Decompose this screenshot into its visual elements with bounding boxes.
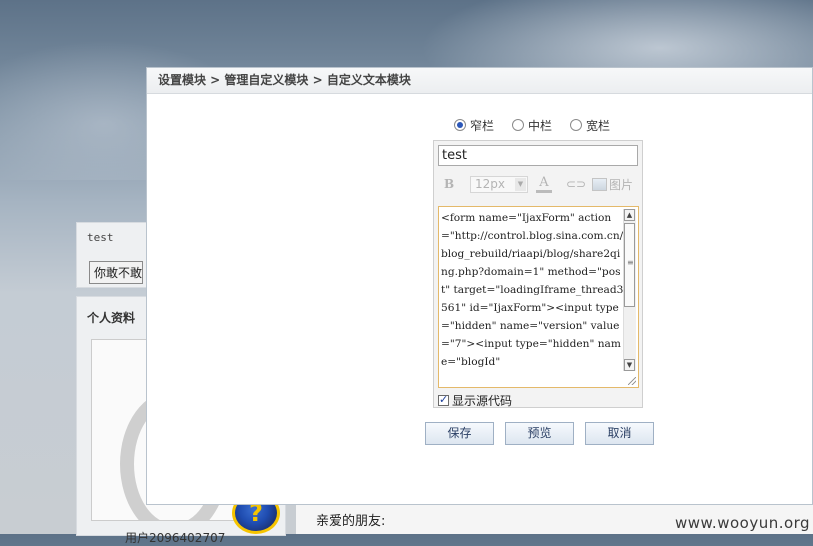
image-icon <box>592 178 607 191</box>
module-title-input[interactable] <box>438 145 638 166</box>
module-title: test <box>87 231 114 244</box>
scrollbar-thumb[interactable] <box>624 223 635 307</box>
source-code-textarea[interactable]: <form name="IjaxForm" action="http://con… <box>438 206 639 388</box>
radio-checked-icon[interactable] <box>454 119 466 131</box>
greeting-text: 亲爱的朋友: <box>316 514 386 529</box>
vertical-scrollbar[interactable]: ▲ ▼ <box>623 209 636 371</box>
scroll-up-icon[interactable]: ▲ <box>624 209 635 221</box>
radio-medium[interactable]: 中栏 <box>512 117 552 134</box>
module-editor: B 12px ▼ A ⊂⊃ 图片 <form name="IjaxForm" a… <box>433 140 643 408</box>
radio-unchecked-icon[interactable] <box>570 119 583 131</box>
radio-unchecked-icon[interactable] <box>512 119 525 131</box>
editor-toolbar: B 12px ▼ A ⊂⊃ 图片 <box>438 175 638 195</box>
radio-wide[interactable]: 宽栏 <box>570 117 610 134</box>
module-button[interactable]: 你敢不敢 <box>89 261 143 284</box>
radio-label: 中栏 <box>528 118 553 133</box>
cancel-button[interactable]: 取消 <box>585 422 654 445</box>
chevron-down-icon[interactable]: ▼ <box>515 178 526 191</box>
font-size-value: 12px <box>475 177 505 191</box>
radio-label: 宽栏 <box>586 118 611 133</box>
profile-name[interactable]: 用户2096402707 <box>125 529 225 546</box>
checkbox-checked-icon[interactable] <box>438 393 449 406</box>
bold-icon[interactable]: B <box>444 177 454 191</box>
custom-text-module-dialog: 设置模块 > 管理自定义模块 > 自定义文本模块 窄栏 中栏 宽栏 B 12px… <box>146 67 813 505</box>
radio-narrow[interactable]: 窄栏 <box>454 117 494 134</box>
radio-label: 窄栏 <box>470 118 495 133</box>
layout-width-options: 窄栏 中栏 宽栏 <box>454 116 610 134</box>
font-color-icon[interactable]: A <box>536 175 552 193</box>
preview-button[interactable]: 预览 <box>505 422 574 445</box>
profile-title: 个人资料 <box>87 311 136 325</box>
link-icon[interactable]: ⊂⊃ <box>566 177 586 191</box>
dialog-buttons: 保存 预览 取消 <box>425 422 654 445</box>
watermark: www.wooyun.org <box>675 514 811 532</box>
source-code-text: <form name="IjaxForm" action="http://con… <box>441 212 624 368</box>
resize-grip-icon[interactable] <box>628 377 636 385</box>
insert-image-button[interactable]: 图片 <box>592 176 633 193</box>
font-size-select[interactable]: 12px ▼ <box>470 176 528 193</box>
insert-image-label: 图片 <box>609 178 634 192</box>
scroll-down-icon[interactable]: ▼ <box>624 359 635 371</box>
show-source-label: 显示源代码 <box>452 394 513 408</box>
show-source-toggle[interactable]: 显示源代码 <box>438 392 512 409</box>
breadcrumb: 设置模块 > 管理自定义模块 > 自定义文本模块 <box>147 68 812 94</box>
save-button[interactable]: 保存 <box>425 422 494 445</box>
